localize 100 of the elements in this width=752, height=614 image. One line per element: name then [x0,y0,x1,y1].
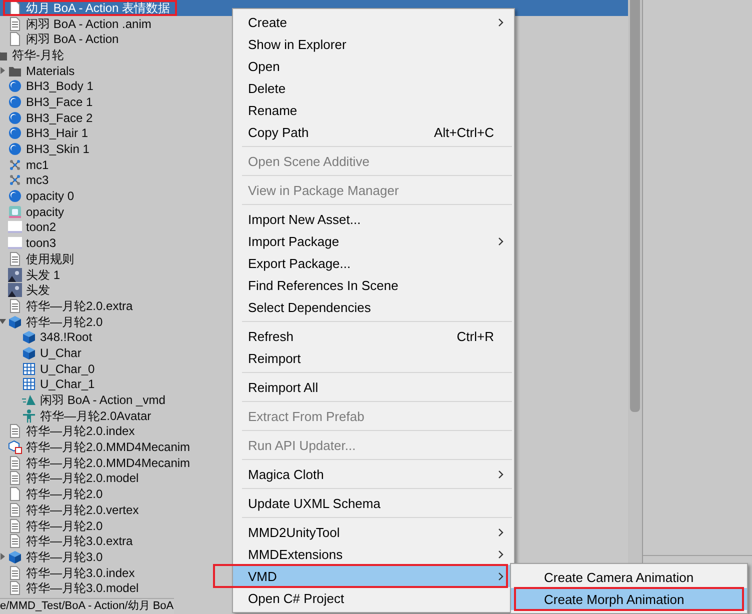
asset-name[interactable]: BH3_Skin 1 [26,143,90,156]
asset-name[interactable]: U_Char_1 [40,378,95,390]
asset-name[interactable]: 符华—月轮2.0.index [26,425,135,438]
text-file-icon [8,566,22,580]
menu-item[interactable]: Import Package [233,230,514,252]
menu-item[interactable]: Find References In Scene [233,274,514,296]
asset-name[interactable]: U_Char [40,346,82,359]
blank-file-icon [8,32,22,46]
text-file-icon [8,252,22,266]
sphere-icon [8,126,22,140]
asset-path-label: e/MMD_Test/BoA - Action/幼月 BoA [0,598,174,614]
asset-name[interactable]: mc3 [26,174,49,186]
text-file-icon [8,471,22,486]
asset-name[interactable]: 头发 [26,284,50,296]
menu-item[interactable]: Open [233,55,514,77]
asset-name[interactable]: 符华-月轮 [12,48,64,61]
asset-name[interactable]: 符华—月轮3.0.model [26,582,139,594]
scrollbar-thumb[interactable] [630,0,640,412]
cube-icon [8,314,22,329]
asset-name[interactable]: BH3_Body 1 [26,80,94,92]
menu-item[interactable]: Create Morph Animation [511,588,747,610]
asset-name[interactable]: 符华—月轮3.0.index [26,566,135,579]
asset-name[interactable]: opacity [26,206,64,218]
asset-name[interactable]: 348.!Root [40,331,92,344]
menu-item[interactable]: Open C# Project [233,587,514,609]
mesh-icon [8,173,22,188]
text-file-icon [8,456,22,470]
asset-name[interactable]: 符华—月轮2.0.MMD4Mecanim [26,456,190,469]
asset-name[interactable]: 符华—月轮2.0.vertex [26,504,139,516]
menu-item[interactable]: Import New Asset... [233,208,514,230]
asset-name[interactable]: 符华—月轮2.0.extra [26,300,133,312]
asset-name[interactable]: toon3 [26,237,56,250]
text-file-icon [8,534,22,548]
menu-item[interactable]: Reimport [233,347,514,369]
chevron-right-icon [498,528,504,536]
collapsed-arrow-icon[interactable] [0,553,6,560]
menu-item[interactable]: Reimport All [233,376,514,398]
sphere-icon [8,79,22,94]
asset-name[interactable]: Materials [26,64,75,77]
menu-item[interactable]: Rename [233,99,514,121]
figure-icon [22,408,36,423]
sphere-icon [8,189,22,204]
shortcut-label: Alt+Ctrl+C [434,124,494,140]
chevron-right-icon [498,236,504,246]
asset-name[interactable]: 闲羽 BoA - Action _vmd [40,394,166,406]
asset-name[interactable]: 闲羽 BoA - Action .anim [26,18,152,30]
blank-file-icon [8,487,22,502]
cube-outline-icon [8,440,22,454]
asset-name[interactable]: mc1 [26,158,49,171]
mesh-icon [8,158,22,172]
menu-item[interactable]: MMD2UnityTool [233,521,514,543]
asset-name[interactable]: U_Char_0 [40,362,95,375]
chevron-right-icon [498,470,504,478]
asset-name[interactable]: 符华—月轮2.0.MMD4Mecanim [26,441,190,454]
asset-name[interactable]: 符华—月轮2.0 [26,488,103,500]
asset-name[interactable]: 闲羽 BoA - Action [26,33,119,46]
image-thumbnail-icon [8,268,22,282]
menu-item[interactable]: Magica Cloth [233,463,514,485]
asset-name[interactable]: 头发 1 [26,268,60,281]
menu-item[interactable]: Update UXML Schema [233,492,514,514]
text-file-icon [8,518,22,533]
asset-name[interactable]: BH3_Face 1 [26,96,93,108]
asset-name[interactable]: toon2 [26,221,56,234]
text-file-icon [8,581,22,596]
chevron-right-icon [498,18,504,26]
asset-name[interactable]: BH3_Hair 1 [26,127,88,140]
menu-item[interactable]: Delete [233,77,514,99]
asset-name[interactable]: 幼月 BoA - Action 表情数据 [26,2,170,14]
menu-item[interactable]: Copy Path Alt+Ctrl+C [233,121,514,143]
asset-name[interactable]: 符华—月轮2.0Avatar [40,410,152,422]
asset-name[interactable]: 符华—月轮3.0.extra [26,535,133,548]
asset-name[interactable]: 使用规则 [26,252,74,265]
text-file-icon [8,424,22,438]
menu-item[interactable]: MMDExtensions [233,543,514,565]
asset-name[interactable]: BH3_Face 2 [26,112,93,124]
menu-item[interactable]: Show in Explorer [233,33,514,55]
expanded-arrow-icon[interactable] [0,318,6,326]
chevron-right-icon [498,572,504,580]
grid-icon [22,362,36,376]
shader-icon [8,204,22,219]
asset-name[interactable]: opacity 0 [26,190,74,202]
sphere-icon [8,142,22,156]
sphere-icon [8,94,22,109]
menu-item[interactable]: Refresh Ctrl+R [233,325,514,347]
asset-name[interactable]: 符华—月轮2.0 [26,520,103,532]
collapsed-arrow-icon[interactable] [0,67,6,74]
menu-item[interactable]: Create Camera Animation [511,566,747,588]
cube-icon [8,550,22,564]
menu-item[interactable]: Select Dependencies [233,296,514,318]
cube-icon [22,346,36,360]
menu-item[interactable]: Export Package... [233,252,514,274]
text-file-icon [8,502,22,517]
asset-name[interactable]: 符华—月轮3.0 [26,550,103,563]
sphere-icon [8,110,22,125]
image-thumbnail-icon [8,283,22,298]
menu-item[interactable]: Create [233,11,514,33]
asset-name[interactable]: 符华—月轮2.0.model [26,472,139,484]
asset-name[interactable]: 符华—月轮2.0 [26,316,103,328]
texture-icon [8,236,22,250]
blank-file-icon [8,0,22,15]
